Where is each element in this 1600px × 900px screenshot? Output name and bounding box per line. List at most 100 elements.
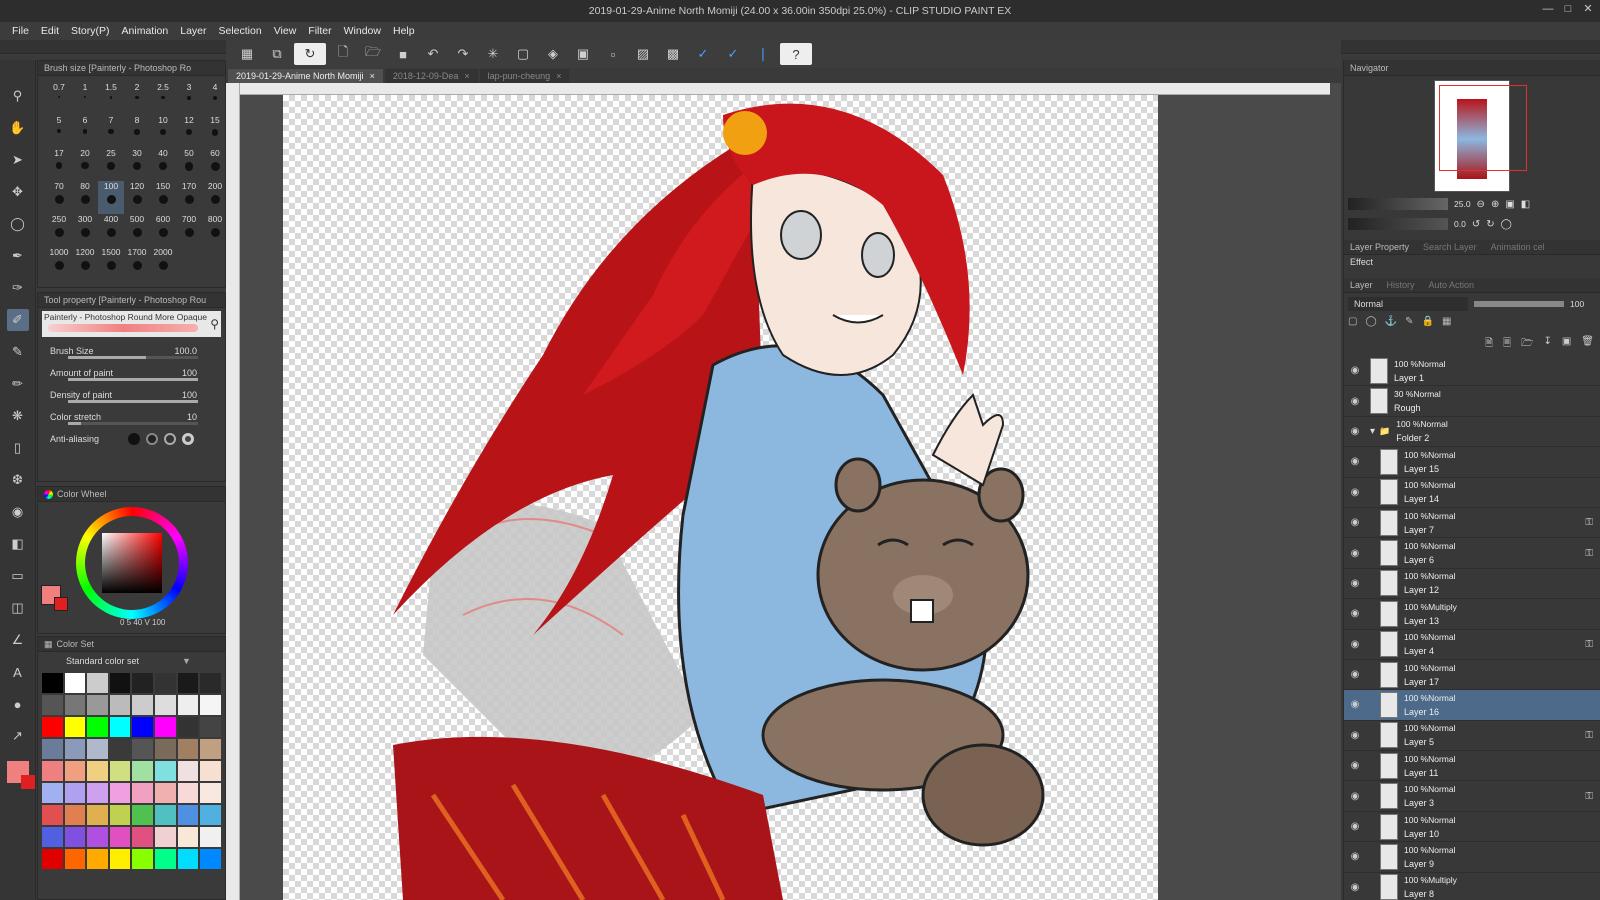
snap-grid-icon[interactable]: ✓ [720,43,746,65]
flip-icon[interactable]: ◧ [1521,199,1530,210]
sparkle-icon[interactable]: ✳ [480,43,506,65]
amount-slider[interactable] [68,378,198,381]
color-swatch[interactable] [86,848,109,870]
brush-size-option[interactable]: 15 [202,115,228,148]
menu-help[interactable]: Help [387,25,421,37]
lock-icon[interactable]: ⚿ [1585,791,1593,802]
color-swatch[interactable] [176,826,200,848]
layer-row[interactable]: ◉ 100 %Normal Layer 10 [1344,812,1600,843]
color-swatch[interactable] [131,716,154,738]
brush-size-option[interactable]: 7 [98,115,124,148]
eye-icon[interactable]: ◉ [1344,699,1366,710]
rotate-right-icon[interactable]: ↻ [1486,219,1494,230]
color-stretch-row[interactable]: Color stretch 10 [38,406,225,428]
eye-icon[interactable]: ◉ [1344,760,1366,771]
color-swatch[interactable] [153,716,177,738]
zoom-in-icon[interactable]: ⊕ [1491,199,1499,210]
brush-size-option[interactable]: 150 [150,181,176,214]
brush-size-option[interactable]: 12 [176,115,202,148]
tab-search-layer[interactable]: Search Layer [1423,242,1477,252]
color-swatch[interactable] [41,804,64,826]
color-swatch[interactable] [108,804,132,826]
color-swatch[interactable] [63,782,87,804]
layer-row[interactable]: ◉ 100 %Normal Layer 7 ⚿ [1344,508,1600,539]
document-canvas[interactable] [283,95,1158,900]
menu-animation[interactable]: Animation [116,25,175,37]
color-swatch[interactable] [199,804,222,826]
color-swatch[interactable] [199,694,222,716]
eye-icon[interactable]: ◉ [1344,608,1366,619]
color-swatch[interactable] [199,716,222,738]
menu-edit[interactable]: Edit [35,25,65,37]
color-swatch[interactable] [176,716,200,738]
color-swatch[interactable] [86,716,109,738]
grid-view-icon[interactable]: ▦ [234,43,260,65]
eye-icon[interactable]: ◉ [1344,882,1366,893]
magnify-icon[interactable]: ⚲ [210,317,219,331]
menu-story[interactable]: Story(P) [65,25,116,37]
lock-icon[interactable]: ⚿ [1585,730,1593,741]
color-swatch[interactable] [86,760,109,782]
balloon-tool-icon[interactable]: ● [7,693,29,715]
layer-folder-row[interactable]: ◉ ▾ 📁 100 %Normal Folder 2 [1344,417,1600,448]
brush-size-option[interactable]: 1000 [46,247,72,280]
new-file-icon[interactable]: 🗋 [330,43,356,65]
pencil-tool-icon[interactable]: ✎ [7,341,29,363]
blend-tool-icon[interactable]: ❆ [7,469,29,491]
zoom-tool-icon[interactable]: ⚲ [7,85,29,107]
saturation-value-square[interactable] [102,533,162,593]
figure-tool-icon[interactable]: ▭ [7,565,29,587]
color-swatch[interactable] [41,782,64,804]
color-swatch[interactable] [199,848,222,870]
eyedropper-tool-icon[interactable]: ✒ [7,245,29,267]
stretch-slider[interactable] [68,422,81,425]
color-swatch[interactable] [63,672,87,694]
lock-icon[interactable]: ⚿ [1585,548,1593,559]
color-swatch[interactable] [131,804,154,826]
lock-icon[interactable]: ⚿ [1585,517,1593,528]
lasso-tool-icon[interactable]: ◯ [7,213,29,235]
brush-size-option[interactable]: 2000 [150,247,176,280]
color-swatch[interactable] [176,760,200,782]
color-swatch[interactable] [108,694,132,716]
color-swatch[interactable] [86,694,109,716]
brush-size-option[interactable]: 40 [150,148,176,181]
color-swatch[interactable] [41,694,64,716]
brush-size-option[interactable]: 300 [72,214,98,247]
color-swatch[interactable] [41,848,64,870]
gradient-tool-icon[interactable]: ◧ [7,533,29,555]
brush-size-option[interactable]: 20 [72,148,98,181]
eye-icon[interactable]: ◉ [1344,517,1366,528]
minimize-icon[interactable]: — [1542,3,1554,15]
color-swatch[interactable] [41,716,64,738]
tab-close-icon[interactable]: × [464,71,469,81]
color-swatch[interactable] [108,716,132,738]
color-swatch[interactable] [63,760,87,782]
eye-icon[interactable]: ◉ [1344,396,1366,407]
layer-row[interactable]: ◉ 100 %Normal Layer 14 [1344,478,1600,508]
eraser-tool-icon[interactable]: ▯ [7,437,29,459]
color-swatch[interactable] [131,782,154,804]
brush-size-option[interactable]: 800 [202,214,228,247]
menu-view[interactable]: View [268,25,303,37]
color-swatch[interactable] [153,848,177,870]
brush-size-option[interactable]: 0.7 [46,82,72,115]
color-swatch[interactable] [41,826,64,848]
snap-ruler-icon[interactable]: ✓ [690,43,716,65]
tab-close-icon[interactable]: × [556,71,561,81]
brush-size-row[interactable]: Brush Size 100.0 [38,340,225,362]
eye-icon[interactable]: ◉ [1344,456,1366,467]
layer-row[interactable]: ◉ 100 %Normal Layer 1 [1344,356,1600,387]
text-tool-icon[interactable]: A [7,661,29,683]
close-icon[interactable]: ✕ [1582,3,1594,15]
brush-size-option[interactable]: 200 [202,181,228,214]
color-swatch[interactable] [131,738,154,760]
color-swatch[interactable] [176,804,200,826]
main-color-chip[interactable] [6,761,35,789]
color-swatch[interactable] [86,672,109,694]
eye-icon[interactable]: ◉ [1344,669,1366,680]
mask-icon[interactable]: ▣ [1562,336,1571,354]
new-raster-layer-icon[interactable]: 🗎 [1485,336,1493,354]
menu-filter[interactable]: Filter [302,25,337,37]
color-swatch[interactable] [176,672,200,694]
